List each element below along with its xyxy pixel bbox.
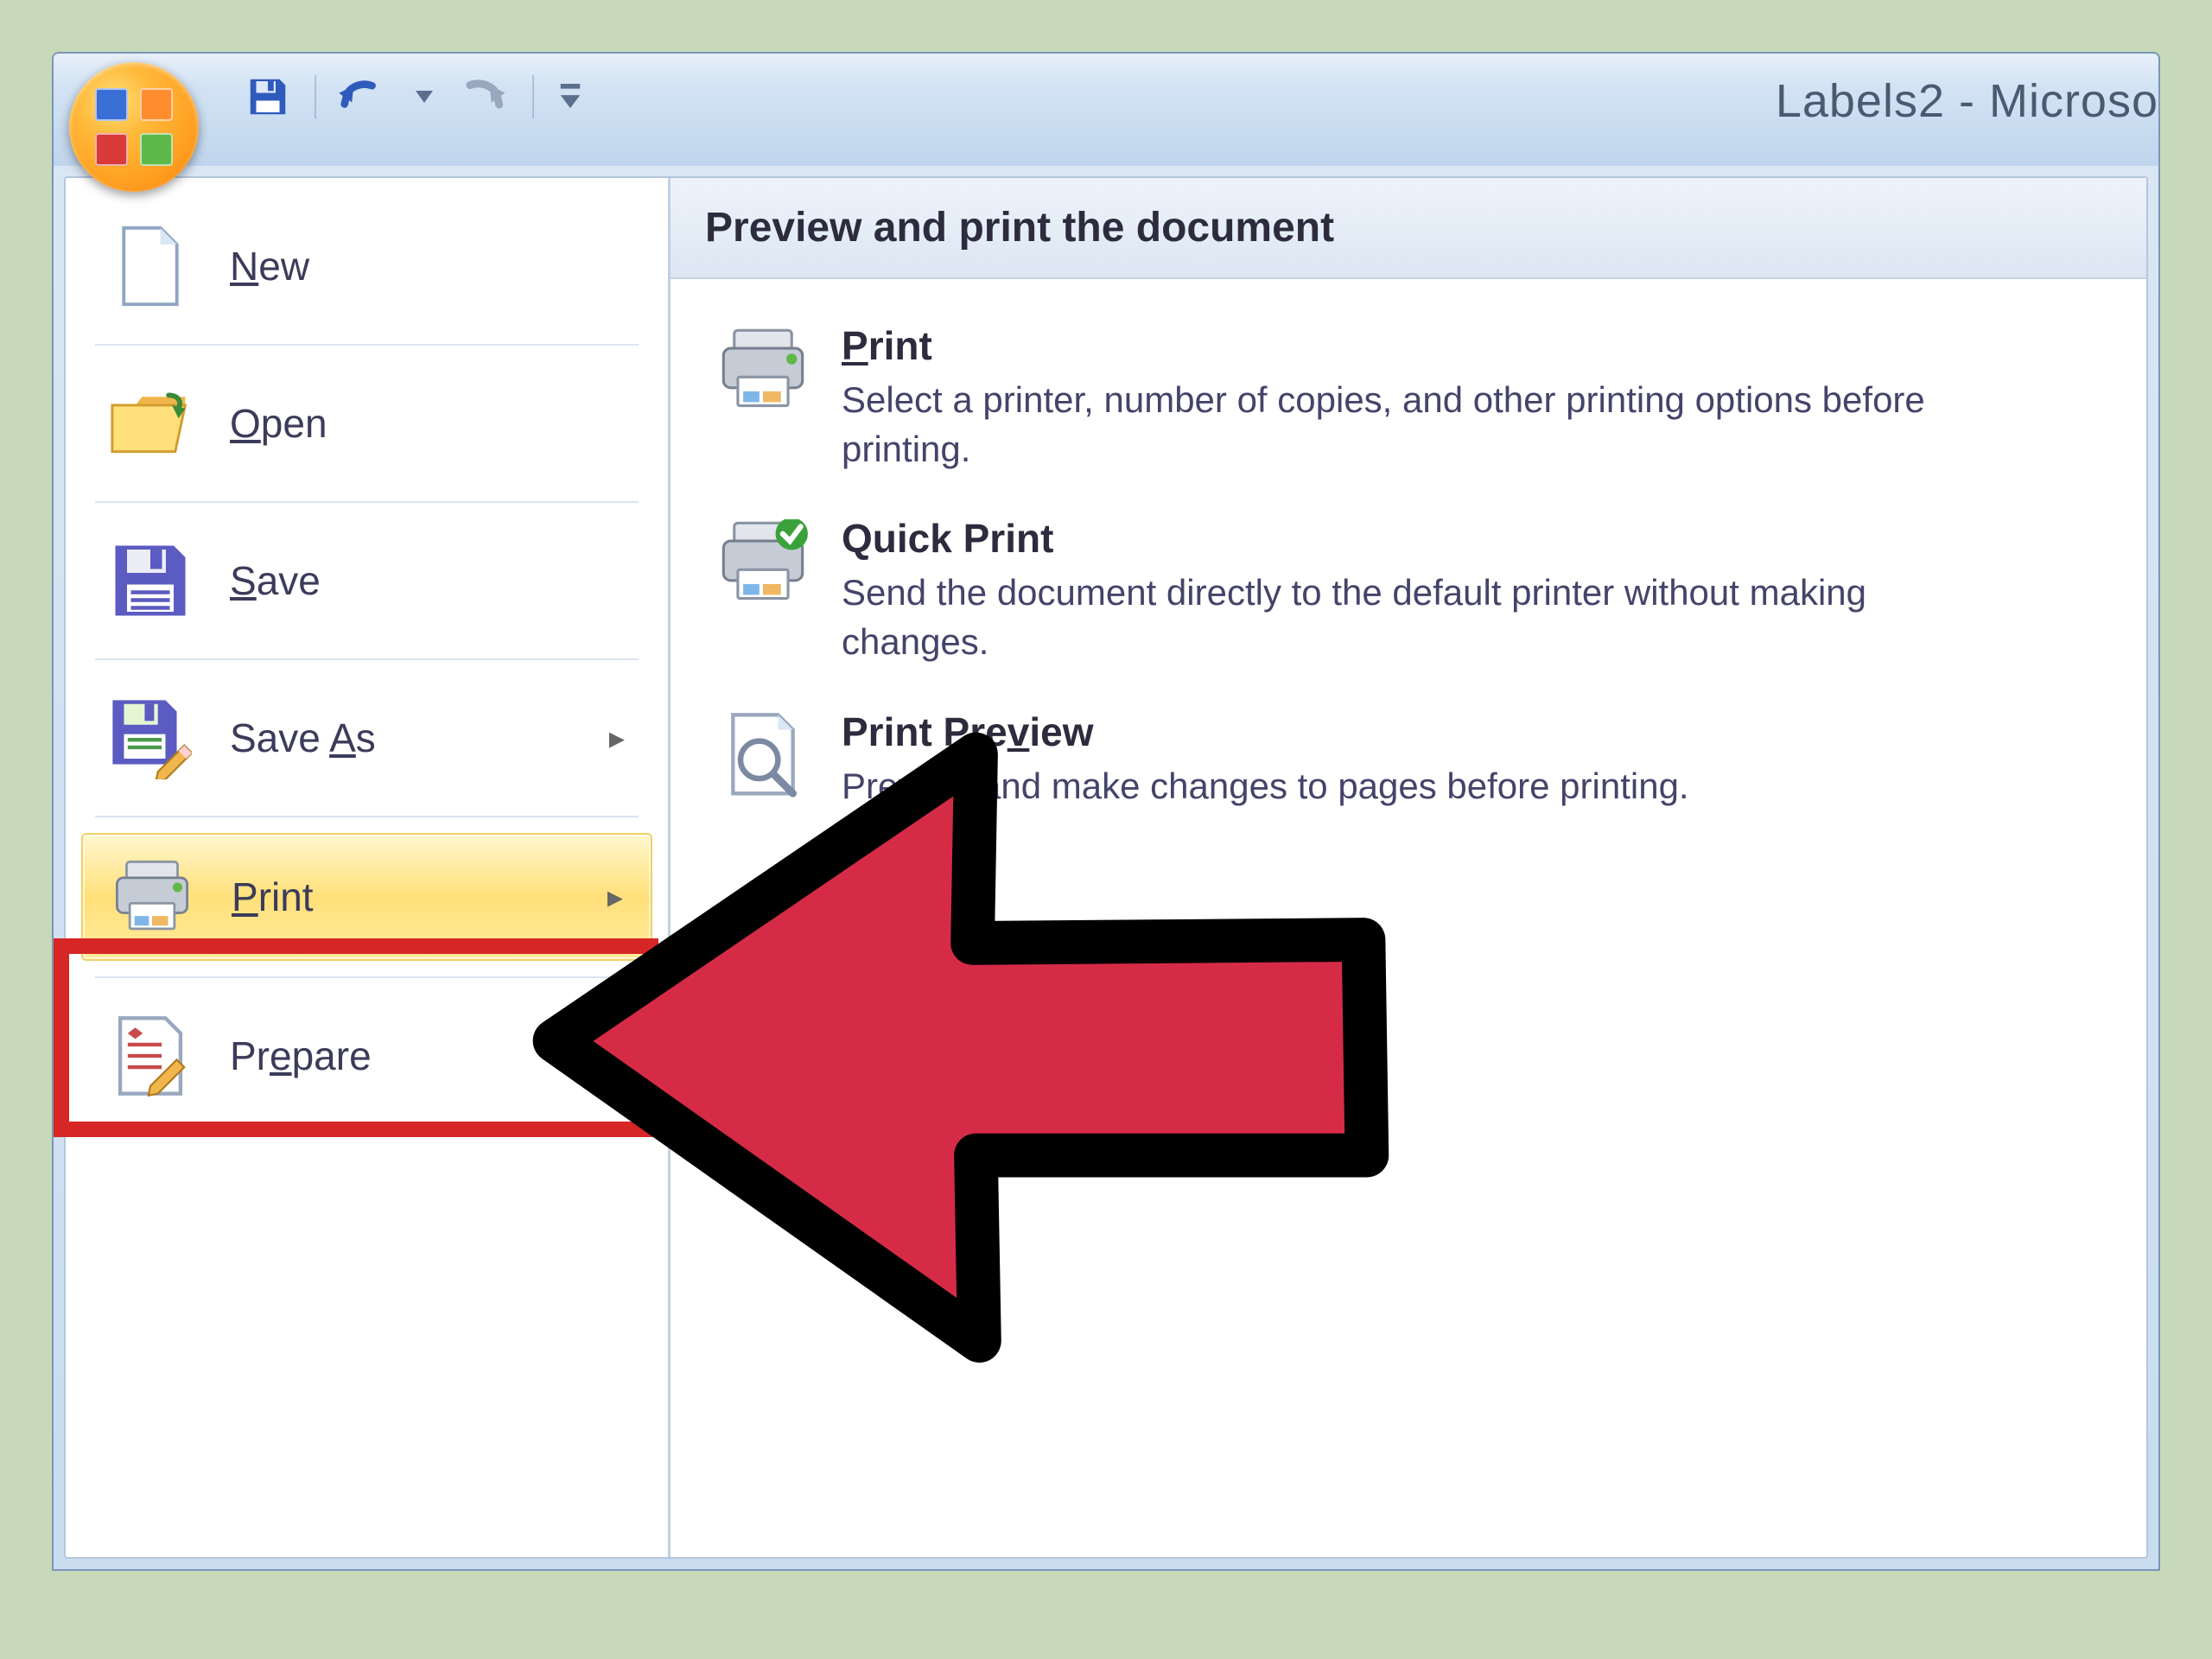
save-disk-icon xyxy=(109,539,192,622)
menu-item-label: Open xyxy=(230,400,327,447)
submenu-item-title: Quick Print xyxy=(842,515,1999,562)
menu-item-save-as[interactable]: Save As ▸ xyxy=(81,676,652,800)
divider xyxy=(95,658,639,660)
divider xyxy=(95,976,639,978)
printer-check-icon xyxy=(715,515,810,610)
submenu-item-title: Print Preview xyxy=(842,709,1689,755)
menu-item-label: Save xyxy=(230,557,321,604)
qat-save-button[interactable] xyxy=(240,69,296,124)
printer-icon xyxy=(715,322,810,417)
menu-item-prepare[interactable]: Prepare ▸ xyxy=(81,994,652,1118)
save-disk-icon xyxy=(245,73,291,120)
prepare-icon xyxy=(109,1014,192,1097)
submenu-item-title: Print xyxy=(842,322,1999,369)
window-title: Labels2 - Microso xyxy=(613,54,2158,128)
qat-undo-button[interactable] xyxy=(335,69,391,124)
qat-redo-button[interactable] xyxy=(458,69,513,124)
submenu-arrow-icon: ▸ xyxy=(609,1038,625,1074)
submenu-arrow-icon: ▸ xyxy=(609,720,625,756)
menu-item-save[interactable]: Save xyxy=(81,518,652,643)
folder-open-icon xyxy=(109,382,192,465)
separator xyxy=(532,75,534,118)
divider xyxy=(95,344,639,346)
save-disk-pencil-icon xyxy=(109,696,192,779)
submenu-item-desc: Send the document directly to the defaul… xyxy=(842,569,1999,666)
undo-arrow-icon xyxy=(335,73,391,120)
office-logo-icon xyxy=(95,88,173,166)
redo-arrow-icon xyxy=(461,73,510,120)
submenu-item-print[interactable]: Print Select a printer, number of copies… xyxy=(705,302,2112,494)
menu-item-label: Prepare xyxy=(230,1033,372,1079)
menu-item-label: Save As xyxy=(230,715,376,761)
menu-item-new[interactable]: New xyxy=(81,204,652,328)
submenu-arrow-icon: ▸ xyxy=(607,879,623,915)
separator xyxy=(315,75,316,118)
office-menu-right-panel: Preview and print the document Print Sel… xyxy=(671,178,2146,1557)
printer-icon xyxy=(111,855,194,938)
qat-undo-dropdown[interactable] xyxy=(410,69,439,124)
new-document-icon xyxy=(109,225,192,308)
office-menu-panel: New Open Save xyxy=(64,176,2148,1559)
menu-item-print[interactable]: Print ▸ xyxy=(81,833,652,961)
divider xyxy=(95,501,639,503)
divider xyxy=(95,816,639,817)
submenu-item-print-preview[interactable]: Print Preview Preview and make changes t… xyxy=(705,688,2112,832)
office-menu-left-column: New Open Save xyxy=(66,178,671,1557)
menu-item-label: Print xyxy=(232,874,314,920)
title-bar: Labels2 - Microso xyxy=(54,54,2158,166)
right-panel-heading: Preview and print the document xyxy=(671,178,2146,279)
menu-item-label: New xyxy=(230,243,309,289)
application-window: Labels2 - Microso New Open xyxy=(52,52,2160,1571)
quick-access-toolbar xyxy=(214,54,613,140)
qat-customize-button[interactable] xyxy=(553,69,588,124)
customize-icon xyxy=(559,84,582,110)
submenu-item-desc: Select a printer, number of copies, and … xyxy=(842,376,1999,474)
submenu-item-quick-print[interactable]: Quick Print Send the document directly t… xyxy=(705,494,2112,687)
print-preview-icon xyxy=(715,709,810,804)
office-button[interactable] xyxy=(69,62,199,192)
submenu-item-desc: Preview and make changes to pages before… xyxy=(842,762,1689,811)
menu-item-open[interactable]: Open xyxy=(81,361,652,486)
chevron-down-icon xyxy=(416,91,433,103)
